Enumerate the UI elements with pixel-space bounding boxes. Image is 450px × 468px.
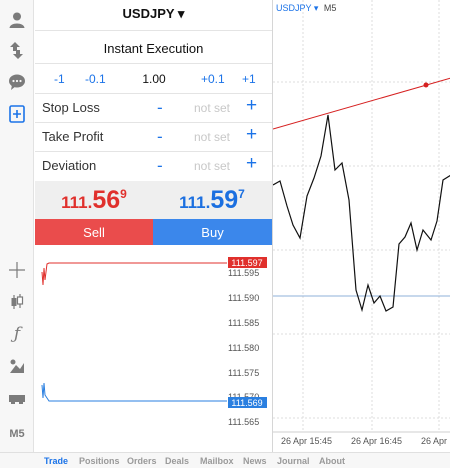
order-panel: USDJPY ▾ Instant Execution -1 -0.1 1.00 … <box>35 0 272 250</box>
deviation-label: Deviation <box>42 158 97 173</box>
price-axis-label: 111.580 <box>228 343 259 353</box>
symbol-selector[interactable]: USDJPY ▾ <box>35 6 272 22</box>
divider <box>35 151 272 152</box>
tick-chart: 111.595 111.590 111.585 111.580 111.575 111.5… <box>35 250 272 450</box>
chart-symbol: USDJPY <box>276 3 312 13</box>
take-profit-input[interactable]: not set <box>187 130 237 144</box>
time-axis-label: 26 Apr 1 <box>421 436 450 446</box>
tab-journal[interactable]: Journal <box>277 456 310 466</box>
volume-increase-1-button[interactable]: +1 <box>242 72 256 86</box>
tab-about[interactable]: About <box>319 456 345 466</box>
tick-chart-canvas: 111.595 111.590 111.585 111.580 111.575 111.5… <box>41 257 267 427</box>
tab-mailbox[interactable]: Mailbox <box>200 456 234 466</box>
tab-trade[interactable]: Trade <box>44 456 68 466</box>
take-profit-label: Take Profit <box>42 129 104 144</box>
quotes-panel: 111.569 111.597 <box>35 181 272 219</box>
execution-type[interactable]: Instant Execution <box>35 41 272 56</box>
ask-line <box>41 262 227 286</box>
chat-icon[interactable] <box>0 68 34 96</box>
volume-value[interactable]: 1.00 <box>131 72 177 86</box>
bid-price: 111.569 <box>61 186 127 214</box>
stop-loss-plus-button[interactable]: + <box>246 96 257 115</box>
transfer-icon[interactable] <box>0 36 34 64</box>
chevron-down-icon: ▾ <box>313 3 319 13</box>
trend-line-anchor <box>423 82 429 88</box>
tab-orders[interactable]: Orders <box>127 456 157 466</box>
chart-grid <box>273 0 450 432</box>
ask-price-tag: 111.597 <box>231 258 262 268</box>
bottom-tab-bar: Trade Positions Orders Deals Mailbox New… <box>0 452 450 468</box>
trend-line <box>272 77 450 130</box>
take-profit-plus-button[interactable]: + <box>246 125 257 144</box>
template-icon[interactable] <box>0 384 34 412</box>
divider <box>35 93 272 94</box>
price-axis-label: 111.595 <box>228 268 259 278</box>
bid-price-tag: 111.569 <box>231 398 262 408</box>
buy-button[interactable]: Buy <box>153 219 272 245</box>
deviation-minus-button[interactable]: - <box>157 157 163 174</box>
ask-price: 111.597 <box>179 186 245 214</box>
divider <box>35 122 272 123</box>
price-axis-label: 111.565 <box>228 417 259 427</box>
price-axis-label: 111.590 <box>228 293 259 303</box>
time-axis-label: 26 Apr 15:45 <box>281 436 332 446</box>
side-toolbar: ƒ M5 + <box>0 0 34 468</box>
tab-positions[interactable]: Positions <box>79 456 120 466</box>
divider <box>35 63 272 64</box>
price-line <box>272 114 450 313</box>
divider <box>35 30 272 31</box>
user-icon[interactable] <box>0 6 34 34</box>
chart-timeframe: M5 <box>323 3 337 13</box>
chart-symbol-label[interactable]: USDJPY ▾ M5 <box>276 3 336 14</box>
price-axis-label: 111.585 <box>228 318 259 328</box>
stop-loss-input[interactable]: not set <box>187 101 237 115</box>
volume-decrease-1-button[interactable]: -1 <box>54 72 65 86</box>
timeframe-button[interactable]: M5 <box>0 420 34 448</box>
take-profit-minus-button[interactable]: - <box>157 128 163 145</box>
function-icon[interactable]: ƒ <box>0 320 34 348</box>
tab-news[interactable]: News <box>243 456 267 466</box>
stop-loss-minus-button[interactable]: - <box>157 99 163 116</box>
volume-decrease-0.1-button[interactable]: -0.1 <box>85 72 106 86</box>
candlestick-icon[interactable] <box>0 288 34 316</box>
price-chart-canvas: 26 Apr 15:45 26 Apr 16:45 26 Apr 1 <box>272 0 450 446</box>
tab-deals[interactable]: Deals <box>165 456 189 466</box>
price-chart[interactable]: 26 Apr 15:45 26 Apr 16:45 26 Apr 1 USDJP… <box>272 0 450 452</box>
crosshair-icon[interactable] <box>0 256 34 284</box>
volume-increase-0.1-button[interactable]: +0.1 <box>201 72 225 86</box>
bid-line <box>41 382 227 402</box>
objects-icon[interactable] <box>0 352 34 380</box>
stop-loss-label: Stop Loss <box>42 100 100 115</box>
deviation-input[interactable]: not set <box>187 159 237 173</box>
deviation-plus-button[interactable]: + <box>246 154 257 173</box>
new-order-icon[interactable] <box>0 100 34 128</box>
time-axis-label: 26 Apr 16:45 <box>351 436 402 446</box>
sell-button[interactable]: Sell <box>35 219 153 245</box>
price-axis-label: 111.575 <box>228 368 259 378</box>
